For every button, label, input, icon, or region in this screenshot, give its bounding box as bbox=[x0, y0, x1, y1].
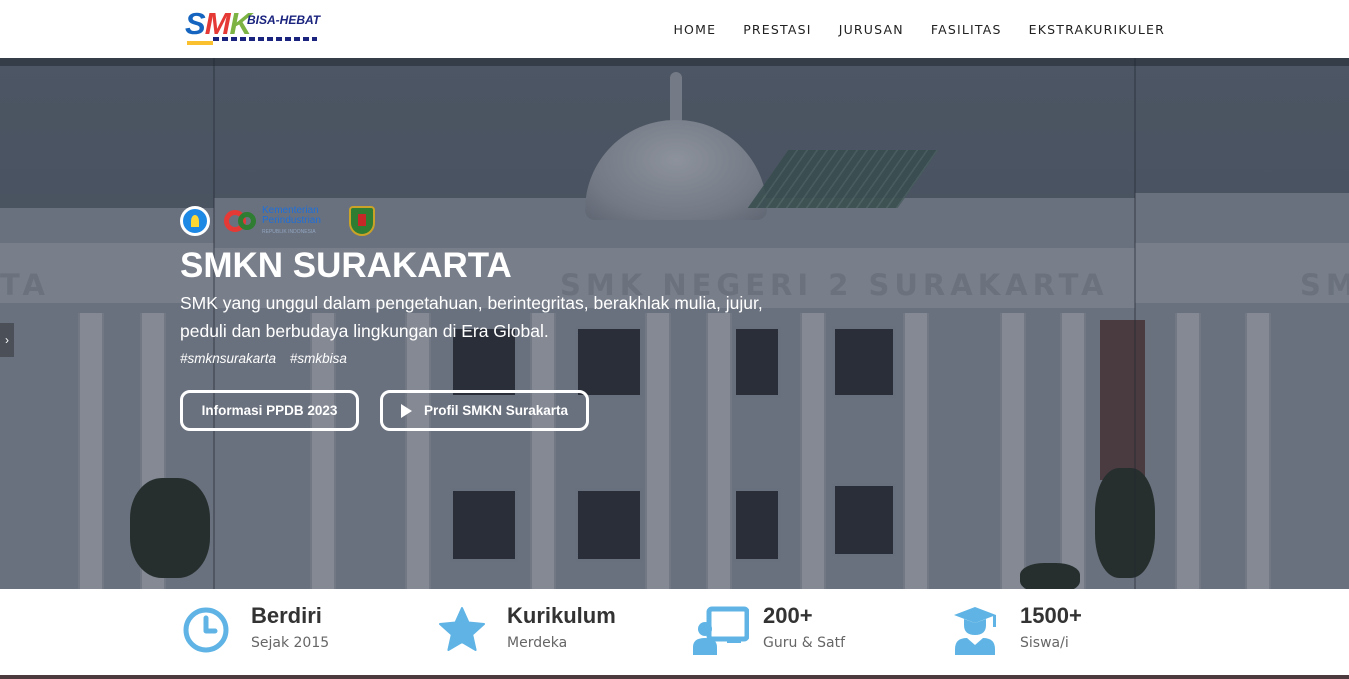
stat-subtitle: Sejak 2015 bbox=[251, 635, 330, 651]
profile-video-button[interactable]: Profil SMKN Surakarta bbox=[380, 390, 589, 431]
hero-buttons: Informasi PPDB 2023 Profil SMKN Surakart… bbox=[180, 390, 940, 431]
stat-title: Kurikulum bbox=[507, 603, 616, 628]
kemenperin-logo: Kementerian Perindustrian REPUBLIK INDON… bbox=[224, 204, 321, 238]
navbar: SMK BISA-HEBAT HOME PRESTASI JURUSAN FAS… bbox=[0, 0, 1349, 58]
logo-subline bbox=[213, 37, 317, 41]
logo-letter-s: S bbox=[185, 6, 206, 41]
play-icon bbox=[400, 403, 412, 418]
stat-subtitle: Siswa/i bbox=[1020, 635, 1069, 651]
hero-tagline: SMK yang unggul dalam pengetahuan, berin… bbox=[180, 293, 763, 341]
graduate-icon bbox=[954, 607, 996, 655]
stat-title: Berdiri bbox=[251, 603, 322, 628]
partner-logos: Kementerian Perindustrian REPUBLIK INDON… bbox=[180, 204, 940, 238]
ppdb-info-button[interactable]: Informasi PPDB 2023 bbox=[180, 390, 359, 431]
stat-title: 1500+ bbox=[1020, 603, 1082, 628]
hero-hashtags: #smknsurakarta #smkbisa bbox=[180, 351, 940, 366]
star-icon bbox=[439, 607, 485, 651]
logo-badge-text: BISA-HEBAT bbox=[247, 13, 321, 27]
stat-subtitle: Merdeka bbox=[507, 635, 568, 651]
menu-item-prestasi[interactable]: PRESTASI bbox=[743, 22, 812, 37]
logo-letter-m: M bbox=[204, 6, 231, 41]
menu-item-jurusan[interactable]: JURUSAN bbox=[839, 22, 904, 37]
logo-accent-bar bbox=[187, 41, 213, 45]
profile-video-button-label: Profil SMKN Surakarta bbox=[423, 403, 569, 418]
hashtag: #smkbisa bbox=[289, 351, 347, 366]
kemenperin-gear-icon bbox=[224, 204, 258, 238]
main-menu: HOME PRESTASI JURUSAN FASILITAS EKSTRAKU… bbox=[673, 0, 1165, 58]
menu-item-ekstrakurikuler[interactable]: EKSTRAKURIKULER bbox=[1029, 22, 1165, 37]
stat-title: 200+ bbox=[763, 603, 813, 628]
ppdb-info-button-label: Informasi PPDB 2023 bbox=[201, 403, 338, 418]
menu-item-home[interactable]: HOME bbox=[673, 22, 716, 37]
hero-slider: TA SMK NEGERI 2 SURAKARTA SM › Kementeri… bbox=[0, 58, 1349, 589]
hashtag: #smknsurakarta bbox=[180, 351, 277, 366]
tut-wuri-handayani-logo bbox=[180, 206, 210, 236]
teacher-board-icon bbox=[693, 606, 749, 655]
kemenperin-text: Kementerian Perindustrian REPUBLIK INDON… bbox=[262, 204, 321, 235]
surakarta-emblem bbox=[348, 206, 375, 236]
site-logo[interactable]: SMK BISA-HEBAT bbox=[185, 7, 321, 49]
stat-subtitle: Guru & Satf bbox=[763, 635, 846, 651]
hero-content: Kementerian Perindustrian REPUBLIK INDON… bbox=[180, 204, 940, 431]
menu-item-fasilitas[interactable]: FASILITAS bbox=[931, 22, 1002, 37]
stats-bar: Berdiri Sejak 2015 Kurikulum Merdeka 200… bbox=[0, 589, 1349, 679]
clock-icon bbox=[183, 607, 229, 653]
slider-prev-arrow[interactable]: › bbox=[0, 323, 14, 357]
logo-smk-text: SMK bbox=[185, 6, 252, 41]
hero-title: SMKN SURAKARTA bbox=[180, 246, 512, 285]
next-section-edge bbox=[0, 675, 1349, 679]
